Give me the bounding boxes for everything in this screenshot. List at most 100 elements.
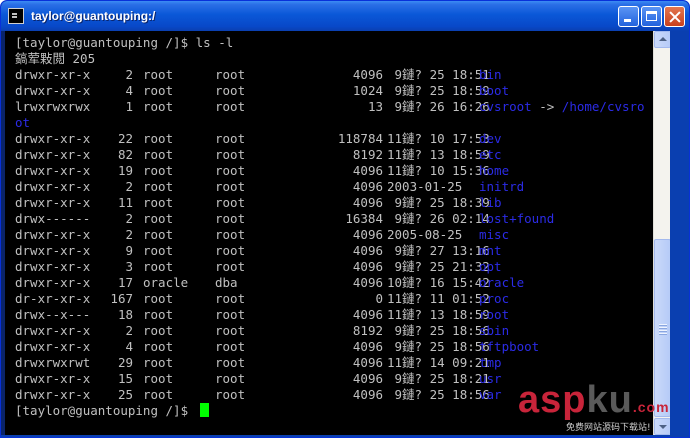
group-cell: root [215,211,246,226]
size-cell: 4096 [352,67,383,82]
listing-row: dr-xr-xr-x 167 root root 0 11鏈? 11 01:52 proc [15,291,653,307]
listing-row: drwx--x--- 18 root root 4096 11鏈? 13 18:59 roo… [15,307,653,323]
listing-row: drwxr-xr-x 22 root root 118784 11鏈? 10 17:53 d… [15,131,653,147]
filename-cell: sbin [479,323,510,338]
permissions-cell: drwxr-xr-x [15,83,91,98]
links-cell: 4 [125,83,133,98]
owner-cell: root [143,387,174,402]
close-button[interactable] [664,6,685,27]
listing-row: drwxr-xr-x 9 root root 4096 9鏈? 27 13:16 mnt [15,243,653,259]
size-cell: 13 [367,99,383,114]
grip-line [659,324,667,325]
owner-cell: root [143,227,174,242]
listing-row: drwxr-xr-x 19 root root 4096 11鏈? 10 15:36 hom… [15,163,653,179]
terminal-window: taylor@guantouping:/ [taylor@guantouping… [0,0,690,438]
watermark-brand-tld: .com [632,399,670,415]
permissions-cell: drwxr-xr-x [15,147,91,162]
filename-cell: etc [479,147,502,162]
filename-cell: tmp [479,355,502,370]
links-cell: 9 [125,243,133,258]
group-cell: root [215,323,246,338]
filename-cell: misc [479,227,510,242]
filename-cell: root [479,307,510,322]
listing-row: drwxr-xr-x 4 root root 4096 9鏈? 25 18:56 tftp… [15,339,653,355]
date-cell: 9鏈? 25 18:59 [387,83,490,98]
filename-cell: mnt [479,243,502,258]
maximize-button[interactable] [641,6,662,27]
title-bar[interactable]: taylor@guantouping:/ [1,1,689,31]
prompt-text: [taylor@guantouping /]$ [15,403,196,418]
filename-cell: lib [479,195,502,210]
size-cell: 4096 [352,227,383,242]
owner-cell: root [143,243,174,258]
date-cell: 11鏈? 11 01:52 [387,291,490,306]
group-cell: root [215,259,246,274]
owner-cell: oracle [143,275,189,290]
symlink-target-wrap: ot [15,115,31,130]
vertical-scrollbar[interactable] [653,31,671,435]
date-cell: 9鏈? 27 13:16 [387,243,490,258]
links-cell: 18 [117,307,133,322]
permissions-cell: drwx--x--- [15,307,91,322]
permissions-cell: drwxr-xr-x [15,259,91,274]
group-cell: root [215,339,246,354]
listing-row: drwxr-xr-x 3 root root 4096 9鏈? 25 21:32 opt [15,259,653,275]
group-cell: root [215,371,246,386]
filename-cell: lost+found [479,211,555,226]
listing-row: drwxr-xr-x 2 root root 4096 2005-08-25 misc [15,227,653,243]
directory-listing: drwxr-xr-x 2 root root 4096 9鏈? 25 18:51 bin d… [15,67,653,403]
permissions-cell: drwxr-xr-x [15,163,91,178]
size-cell: 1024 [352,83,383,98]
date-cell: 2005-08-25 [387,227,463,242]
size-cell: 4096 [352,195,383,210]
size-cell: 4096 [352,179,383,194]
date-cell: 11鏈? 14 09:21 [387,355,490,370]
owner-cell: root [143,147,174,162]
date-cell: 9鏈? 26 02:14 [387,211,490,226]
date-cell: 9鏈? 25 21:32 [387,259,490,274]
size-cell: 4096 [352,243,383,258]
links-cell: 29 [117,355,133,370]
links-cell: 25 [117,387,133,402]
links-cell: 11 [117,195,133,210]
owner-cell: root [143,339,174,354]
scroll-up-button[interactable] [654,31,671,48]
links-cell: 4 [125,339,133,354]
group-cell: root [215,131,246,146]
minimize-button[interactable] [618,6,639,27]
permissions-cell: drwxr-xr-x [15,131,91,146]
links-cell: 2 [125,67,133,82]
links-cell: 15 [117,371,133,386]
group-cell: root [215,355,246,370]
grip-line [659,330,667,331]
permissions-cell: drwxr-xr-x [15,67,91,82]
filename-cell: oracle [479,275,525,290]
permissions-cell: drwxr-xr-x [15,387,91,402]
filename-cell: home [479,163,510,178]
filename-cell: boot [479,83,510,98]
links-cell: 1 [125,99,133,114]
group-cell: root [215,243,246,258]
listing-row: drwxr-xr-x 11 root root 4096 9鏈? 25 18:39 lib [15,195,653,211]
size-cell: 8192 [352,323,383,338]
group-cell: root [215,227,246,242]
size-cell: 4096 [352,275,383,290]
group-cell: root [215,99,246,114]
filename-cell: initrd [479,179,525,194]
date-cell: 10鏈? 16 15:42 [387,275,490,290]
owner-cell: root [143,211,174,226]
filename-cell: usr [479,371,502,386]
watermark-logo: aspku.com 免费网站源码下载站! [518,378,688,436]
group-cell: root [215,387,246,402]
permissions-cell: drwxr-xr-x [15,275,91,290]
owner-cell: root [143,67,174,82]
permissions-cell: drwxr-xr-x [15,371,91,386]
group-cell: dba [215,275,238,290]
date-cell: 9鏈? 25 18:56 [387,387,490,402]
links-cell: 3 [125,259,133,274]
size-cell: 0 [375,291,383,306]
terminal-app-icon[interactable] [8,8,24,24]
watermark-brand-asp: asp [518,379,587,421]
symlink-name: cvsroot [479,99,532,114]
terminal-output[interactable]: [taylor@guantouping /]$ ls -l 鎬荤敤閲 205 d… [5,31,653,435]
